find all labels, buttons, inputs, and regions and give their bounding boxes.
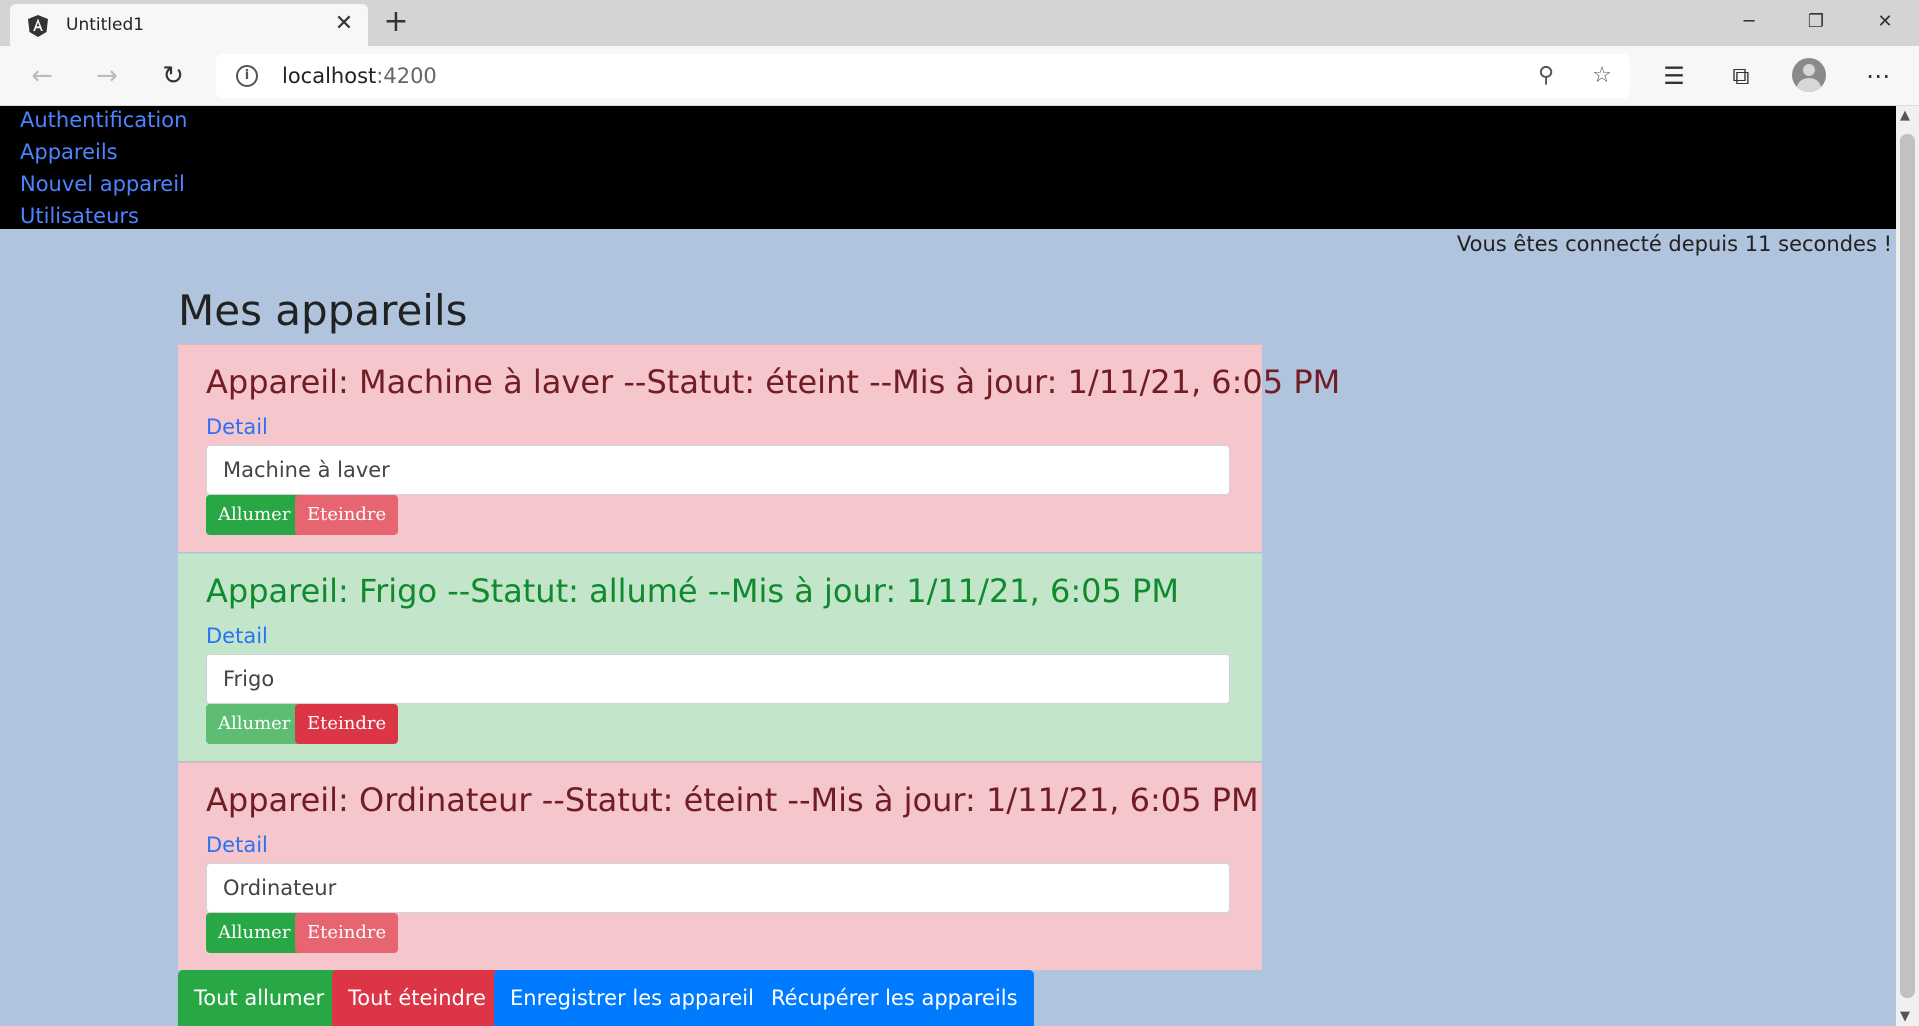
nav-link-authentification[interactable]: Authentification [20,106,187,134]
favorites-list-icon[interactable]: ☰ [1656,58,1692,94]
profile-avatar[interactable] [1792,58,1826,92]
top-navbar: Authentification Appareils Nouvel appare… [0,106,1896,229]
scroll-down-arrow-icon[interactable]: ▼ [1900,1009,1910,1024]
tab-title: Untitled1 [66,15,145,35]
appareil-item: Appareil: Frigo --Statut: allumé --Mis à… [178,553,1262,761]
url-text[interactable]: localhost:4200 [282,64,437,88]
browser-tab-bar: Untitled1 ✕ + ─ ❐ ✕ [0,0,1919,46]
allumer-button[interactable]: Allumer [206,495,303,535]
browser-tab[interactable]: Untitled1 ✕ [10,4,368,46]
eteindre-button[interactable]: Eteindre [295,704,399,744]
appareil-heading: Appareil: Machine à laver --Statut: étei… [206,363,1341,401]
favorite-star-icon[interactable]: ☆ [1588,62,1616,90]
close-window-icon[interactable]: ✕ [1862,6,1908,38]
session-timer-text: Vous êtes connecté depuis 11 secondes ! [1456,232,1892,256]
page-title: Mes appareils [178,286,468,335]
appareil-item: Appareil: Ordinateur --Statut: éteint --… [178,762,1262,970]
more-menu-icon[interactable]: ⋯ [1860,58,1896,94]
page-viewport: Authentification Appareils Nouvel appare… [0,106,1896,1026]
save-appareils-button[interactable]: Enregistrer les appareils [494,970,781,1026]
close-tab-icon[interactable]: ✕ [332,12,356,36]
nav-link-utilisateurs[interactable]: Utilisateurs [20,202,139,230]
appareil-name-input[interactable] [206,863,1230,913]
tout-eteindre-button[interactable]: Tout éteindre [332,970,502,1026]
collections-icon[interactable]: ⧉ [1723,58,1759,94]
address-bar[interactable]: i localhost:4200 ⚲ ☆ [216,54,1630,98]
scroll-thumb[interactable] [1900,134,1915,998]
forward-arrow-icon[interactable]: → [90,60,124,94]
appareil-item: Appareil: Machine à laver --Statut: étei… [178,344,1340,552]
vertical-scrollbar[interactable]: ▲ ▼ [1896,106,1919,1026]
appareil-heading: Appareil: Frigo --Statut: allumé --Mis à… [206,572,1179,610]
new-tab-icon[interactable]: + [382,7,410,37]
minimize-icon[interactable]: ─ [1726,6,1772,38]
appareil-name-input[interactable] [206,654,1230,704]
angular-logo-icon [28,15,48,37]
refresh-icon[interactable]: ↻ [156,60,190,94]
detail-link[interactable]: Detail [206,415,268,439]
info-icon[interactable]: i [236,65,258,87]
back-arrow-icon[interactable]: ← [25,60,59,94]
nav-link-nouvel-appareil[interactable]: Nouvel appareil [20,170,185,198]
appareil-name-input[interactable] [206,445,1230,495]
allumer-button[interactable]: Allumer [206,704,303,744]
browser-toolbar: ← → ↻ i localhost:4200 ⚲ ☆ ☰ ⧉ ⋯ [0,46,1919,106]
scroll-up-arrow-icon[interactable]: ▲ [1900,108,1910,123]
eteindre-button[interactable]: Eteindre [295,913,399,953]
zoom-out-icon[interactable]: ⚲ [1532,62,1560,90]
nav-link-appareils[interactable]: Appareils [20,138,118,166]
appareil-heading: Appareil: Ordinateur --Statut: éteint --… [206,781,1259,819]
allumer-button[interactable]: Allumer [206,913,303,953]
fetch-appareils-button[interactable]: Récupérer les appareils [755,970,1034,1026]
restore-icon[interactable]: ❐ [1793,6,1839,38]
eteindre-button[interactable]: Eteindre [295,495,399,535]
detail-link[interactable]: Detail [206,624,268,648]
detail-link[interactable]: Detail [206,833,268,857]
tout-allumer-button[interactable]: Tout allumer [178,970,341,1026]
